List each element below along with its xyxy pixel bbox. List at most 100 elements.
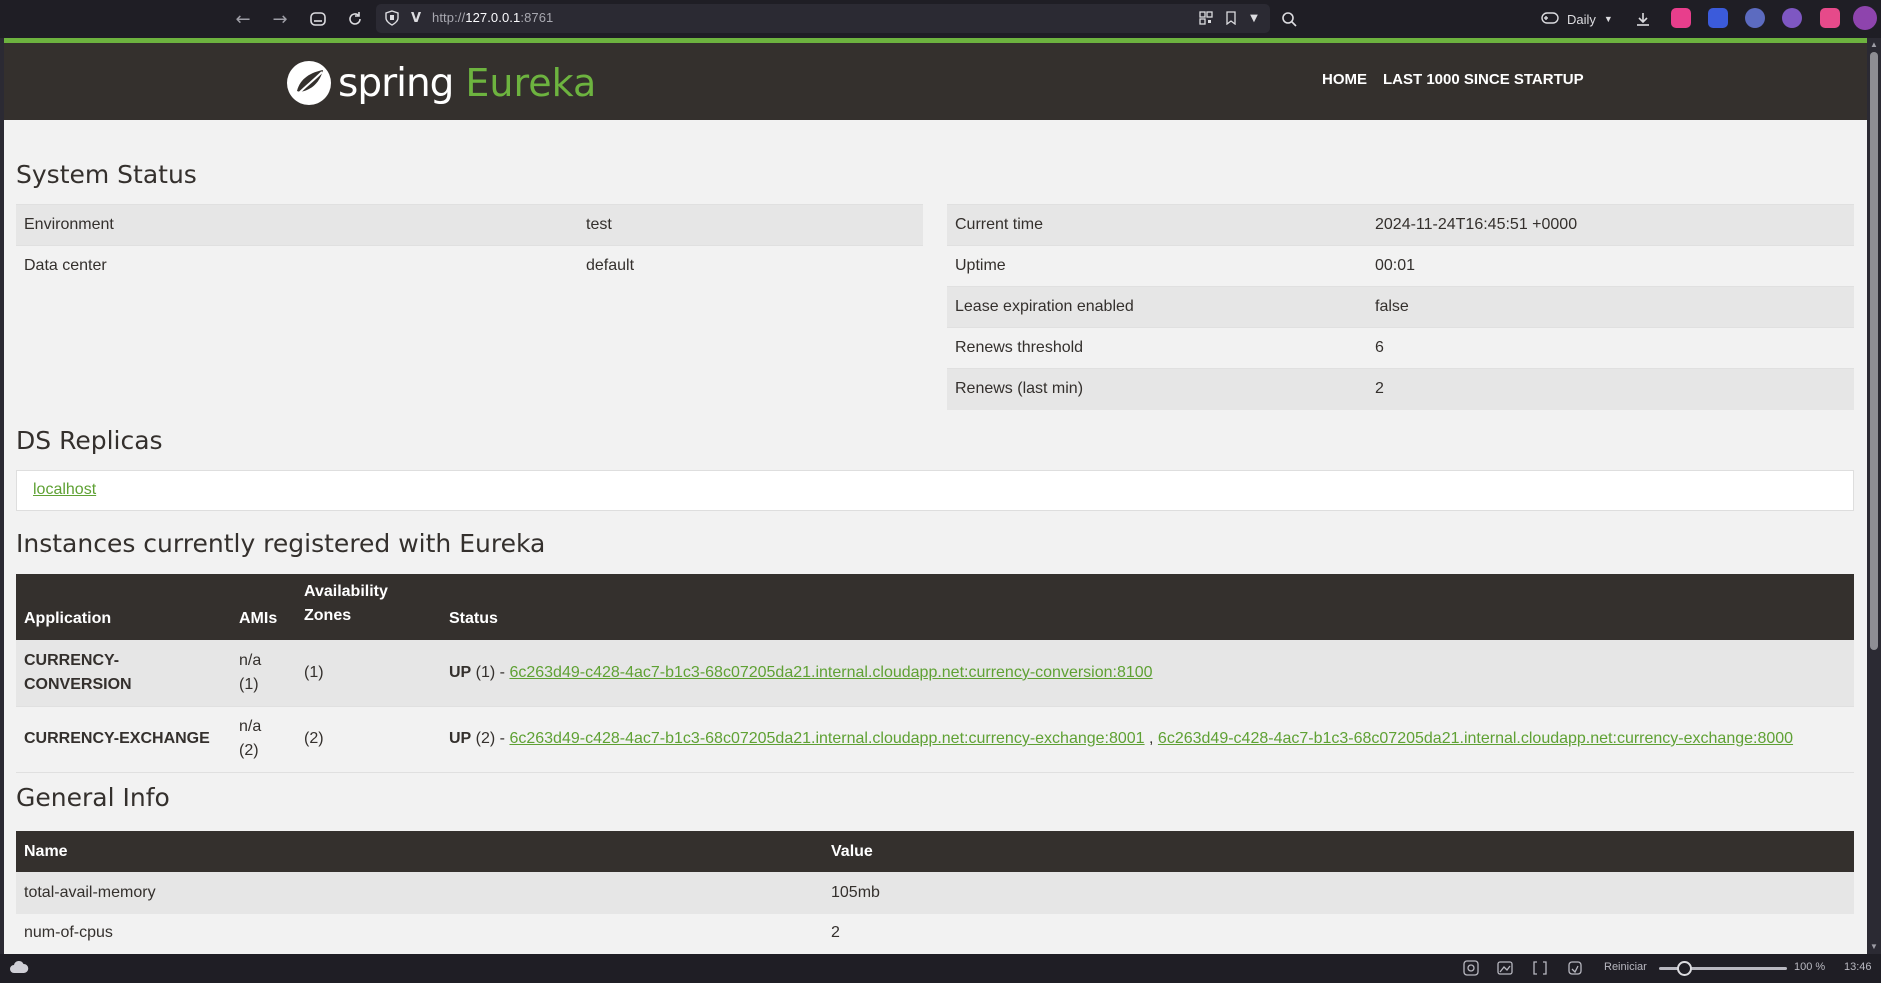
back-button[interactable]: ←	[230, 6, 256, 32]
page-actions-icon[interactable]	[1567, 960, 1583, 979]
system-status-left-table: Environment test Data center default	[16, 204, 923, 287]
url-text[interactable]: http://127.0.0.1:8761	[432, 10, 553, 25]
zones-cell: (1)	[296, 640, 441, 706]
table-row: CURRENCY-EXCHANGE n/a (2) (2) UP (2) - 6c26…	[16, 705, 1854, 773]
table-row: CURRENCY-CONVERSION n/a (1) (1) UP (1) - 6c…	[16, 640, 1854, 706]
status-row: Environment test	[16, 204, 923, 246]
home-icon[interactable]	[305, 6, 331, 32]
reload-button[interactable]	[342, 6, 368, 32]
scroll-up-icon[interactable]: ▲	[1869, 40, 1879, 50]
status-count: (2) -	[471, 730, 510, 747]
status-up-label: UP	[449, 663, 472, 681]
scroll-thumb[interactable]	[1870, 52, 1878, 650]
bookmark-icon[interactable]	[1221, 8, 1241, 28]
status-count: (1) -	[471, 663, 510, 681]
spring-eureka-logo[interactable]: spring Eureka	[286, 59, 596, 107]
browser-toolbar: ← → V http://127.0.0.1:8761 ▼ Daily ▼	[0, 0, 1881, 38]
instance-link[interactable]: 6c263d49-c428-4ac7-b1c3-68c07205da21.int…	[509, 730, 1144, 747]
info-name: num-of-cpus	[16, 914, 823, 952]
instances-table: Application AMIs Availability Zones Stat…	[16, 574, 1854, 773]
system-status-heading: System Status	[16, 160, 197, 189]
forward-button[interactable]: →	[267, 6, 293, 32]
chevron-down-icon: ▼	[1603, 14, 1613, 24]
status-cell: UP (1) - 6c263d49-c428-4ac7-b1c3-68c0720…	[441, 640, 1854, 706]
page-scrollbar[interactable]: ▲ ▼	[1867, 38, 1881, 954]
scroll-down-icon[interactable]: ▼	[1869, 942, 1879, 952]
gamepad-icon	[1541, 11, 1559, 28]
app-name-text: CURRENCY-EXCHANGE	[24, 730, 210, 747]
ds-replicas-list: localhost	[16, 470, 1854, 511]
zoom-slider-handle[interactable]	[1677, 961, 1692, 976]
info-value: 2	[823, 914, 1854, 952]
extension-icon[interactable]	[1671, 8, 1691, 28]
status-key: Uptime	[947, 245, 1367, 287]
search-icon[interactable]	[1276, 6, 1302, 32]
status-cell: UP (2) - 6c263d49-c428-4ac7-b1c3-68c0720…	[441, 705, 1854, 773]
avatar[interactable]	[1853, 6, 1877, 30]
status-row: Data center default	[16, 245, 923, 287]
system-status-right-table: Current time 2024-11-24T16:45:51 +0000 Upt…	[947, 204, 1854, 410]
capture-icon[interactable]	[1463, 960, 1479, 979]
clock: 13:46	[1844, 961, 1872, 973]
logo-spring-text: spring	[338, 60, 454, 106]
amis-text: n/a (2)	[239, 718, 262, 759]
nav-home-link[interactable]: HOME	[1322, 71, 1367, 88]
url-bar[interactable]: V http://127.0.0.1:8761 ▼	[376, 4, 1270, 33]
info-name: total-avail-memory	[16, 872, 823, 914]
status-value: 2024-11-24T16:45:51 +0000	[1367, 204, 1854, 246]
instance-link[interactable]: 6c263d49-c428-4ac7-b1c3-68c07205da21.int…	[1158, 730, 1793, 747]
vivaldi-v-icon: V	[410, 10, 422, 26]
table-row: num-of-cpus 2	[16, 914, 1854, 952]
page-viewport: spring Eureka HOME LAST 1000 SINCE START…	[4, 38, 1867, 954]
zoom-level: 100 %	[1794, 961, 1826, 973]
page-tiling-icon[interactable]	[1532, 960, 1548, 979]
browser-window: ← → V http://127.0.0.1:8761 ▼ Daily ▼ sp…	[0, 0, 1881, 983]
qr-code-icon[interactable]	[1196, 8, 1216, 28]
col-status: Status	[441, 574, 1854, 640]
nav-links: HOME LAST 1000 SINCE STARTUP	[1322, 71, 1584, 88]
status-row: Lease expiration enabled false	[947, 286, 1854, 328]
status-key: Renews (last min)	[947, 368, 1367, 410]
replica-link[interactable]: localhost	[33, 481, 96, 499]
image-toggle-icon[interactable]	[1497, 960, 1513, 979]
status-row: Renews (last min) 2	[947, 368, 1854, 410]
col-value: Value	[823, 831, 1854, 872]
status-key: Renews threshold	[947, 327, 1367, 369]
url-host: 127.0.0.1	[465, 10, 521, 25]
amis-cell: n/a (2)	[231, 705, 296, 773]
col-amis: AMIs	[231, 574, 296, 640]
url-port: :8761	[520, 10, 554, 25]
table-row: total-avail-memory 105mb	[16, 872, 1854, 914]
zoom-reset-button[interactable]: Reiniciar	[1604, 961, 1647, 973]
app-name: CURRENCY-EXCHANGE	[16, 705, 231, 773]
status-row: Uptime 00:01	[947, 245, 1854, 287]
cloud-sync-icon[interactable]	[9, 960, 29, 977]
nav-last1000-link[interactable]: LAST 1000 SINCE STARTUP	[1383, 71, 1584, 88]
app-name-text: CURRENCY-CONVERSION	[24, 651, 132, 693]
ds-replicas-heading: DS Replicas	[16, 426, 163, 455]
extension-icon[interactable]	[1708, 8, 1728, 28]
extension-icon[interactable]	[1820, 8, 1840, 28]
status-key: Current time	[947, 204, 1367, 246]
status-key: Data center	[16, 245, 578, 287]
download-icon[interactable]	[1630, 6, 1656, 32]
chevron-down-icon[interactable]: ▼	[1244, 8, 1264, 28]
general-info-table: Name Value total-avail-memory 105mb num-of…	[16, 831, 1854, 952]
profile-label: Daily	[1567, 11, 1596, 27]
instances-heading: Instances currently registered with Eure…	[16, 529, 546, 558]
status-value: 00:01	[1367, 245, 1854, 287]
status-value: 6	[1367, 327, 1854, 369]
status-value: false	[1367, 286, 1854, 328]
col-application: Application	[16, 574, 231, 640]
instance-link[interactable]: 6c263d49-c428-4ac7-b1c3-68c07205da21.int…	[509, 664, 1152, 681]
status-row: Renews threshold 6	[947, 327, 1854, 369]
status-value: test	[578, 204, 923, 246]
profile-selector[interactable]: Daily ▼	[1541, 7, 1613, 31]
extension-icon[interactable]	[1745, 8, 1765, 28]
shield-icon[interactable]	[382, 8, 402, 28]
url-prefix: http://	[432, 10, 466, 25]
status-value: 2	[1367, 368, 1854, 410]
zoom-slider[interactable]	[1659, 961, 1787, 976]
extension-icon[interactable]	[1782, 8, 1802, 28]
status-key: Lease expiration enabled	[947, 286, 1367, 328]
